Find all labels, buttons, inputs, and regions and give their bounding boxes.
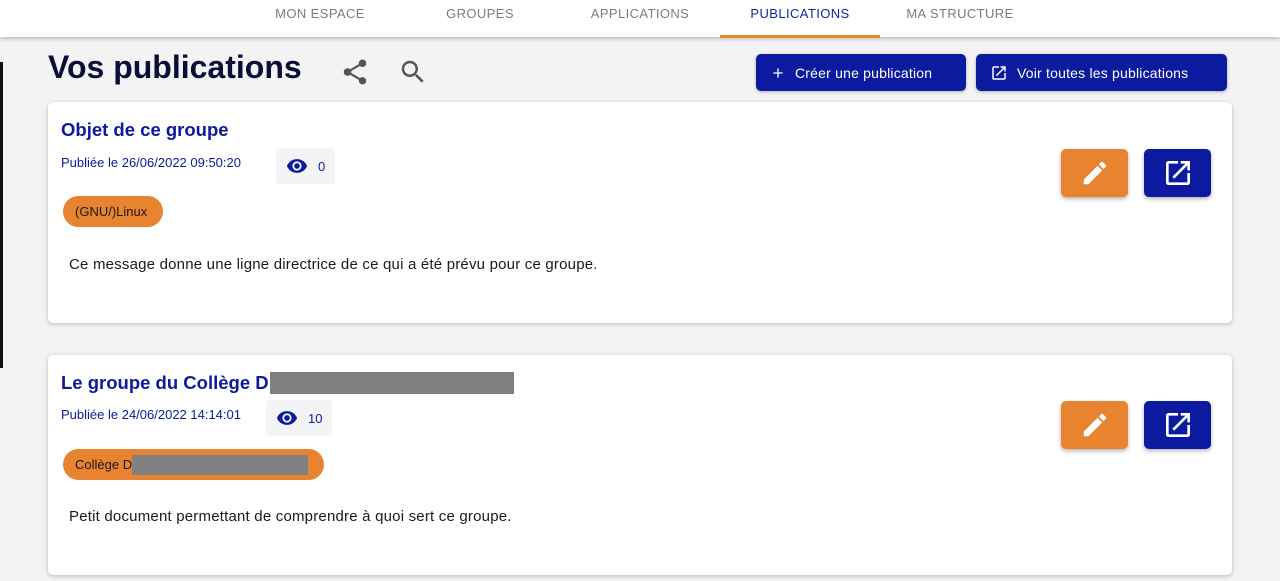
publication-card: Le groupe du Collège D Publiée le 24/06/… (48, 355, 1232, 575)
redacted-block (269, 372, 514, 394)
open-publication-button[interactable] (1144, 401, 1211, 449)
view-all-publications-button[interactable]: Voir toutes les publications (976, 54, 1227, 91)
share-icon[interactable] (337, 54, 373, 90)
tab-publications[interactable]: PUBLICATIONS (720, 0, 880, 38)
search-icon[interactable] (395, 54, 431, 90)
open-in-new-icon (1165, 413, 1190, 437)
plus-icon (773, 67, 783, 78)
views-counter: 10 (266, 400, 333, 436)
pencil-icon (1083, 161, 1106, 185)
tag-chip[interactable]: (GNU/)Linux (63, 196, 163, 227)
edit-button[interactable] (1061, 149, 1128, 197)
create-publication-button[interactable]: Créer une publication (756, 54, 966, 91)
views-counter: 0 (276, 148, 336, 184)
open-in-new-icon (1165, 161, 1190, 185)
publication-title-text: Objet de ce groupe (61, 119, 229, 140)
publication-title[interactable]: Objet de ce groupe (61, 119, 229, 141)
open-publication-button[interactable] (1144, 149, 1211, 197)
publication-card: Objet de ce groupe Publiée le 26/06/2022… (48, 102, 1232, 323)
open-in-new-icon (992, 65, 1006, 80)
views-count: 0 (318, 158, 326, 174)
tab-applications[interactable]: APPLICATIONS (560, 0, 720, 37)
eye-icon (286, 159, 308, 173)
publication-body: Ce message donne une ligne directrice de… (69, 256, 598, 273)
view-all-publications-label: Voir toutes les publications (1017, 64, 1189, 81)
tab-mon-espace[interactable]: MON ESPACE (240, 0, 400, 37)
left-edge-bar (0, 62, 3, 368)
pencil-icon (1083, 413, 1106, 437)
tag-chip-label: Collège D (75, 457, 133, 472)
tag-chip-label: (GNU/)Linux (75, 204, 148, 219)
publication-date: Publiée le 26/06/2022 09:50:20 (61, 155, 241, 170)
publication-title[interactable]: Le groupe du Collège D (61, 372, 514, 394)
page-title: Vos publications (48, 49, 302, 85)
edit-button[interactable] (1061, 401, 1128, 449)
views-count: 10 (308, 410, 323, 426)
create-publication-label: Créer une publication (795, 64, 933, 81)
top-navigation: MON ESPACE GROUPES APPLICATIONS PUBLICAT… (0, 0, 1280, 38)
publication-date: Publiée le 24/06/2022 14:14:01 (61, 407, 241, 422)
tab-groupes[interactable]: GROUPES (400, 0, 560, 37)
tag-chip[interactable]: Collège D (63, 449, 324, 480)
eye-icon (276, 411, 298, 425)
publication-title-text: Le groupe du Collège D (61, 372, 269, 393)
publication-body: Petit document permettant de comprendre … (69, 508, 512, 525)
tab-ma-structure[interactable]: MA STRUCTURE (880, 0, 1040, 37)
redacted-block (132, 454, 309, 475)
